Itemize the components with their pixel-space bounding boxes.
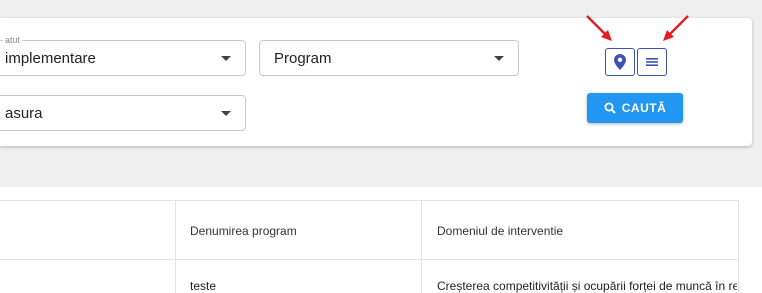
program-select-value: Program: [274, 50, 332, 67]
measure-select[interactable]: asura: [0, 95, 246, 131]
chevron-down-icon: [221, 111, 231, 116]
column-header-intervention-domain[interactable]: Domeniul de interventie: [437, 224, 563, 238]
chevron-down-icon: [494, 56, 504, 61]
list-view-button[interactable]: [637, 48, 667, 76]
chevron-down-icon: [221, 56, 231, 61]
annotation-arrow-left: [586, 15, 612, 41]
column-divider: [421, 200, 422, 293]
status-select-legend: atut: [3, 34, 23, 46]
column-divider: [738, 200, 739, 293]
map-pin-icon: [614, 54, 626, 70]
measure-select-value: asura: [5, 105, 43, 122]
status-select-value: implementare: [5, 50, 96, 67]
table-cell-intervention-domain: Creșterea competitivității și ocupării f…: [437, 279, 737, 293]
table-cell-program-name: teste: [190, 279, 217, 293]
annotation-arrow-right: [663, 15, 689, 41]
table-header-top-border: [0, 200, 738, 201]
search-button-label: CAUTĂ: [621, 101, 667, 115]
table-header-bottom-border: [0, 259, 738, 260]
program-select[interactable]: Program: [259, 40, 519, 76]
status-select[interactable]: atut implementare: [0, 34, 246, 76]
column-divider: [175, 200, 176, 293]
search-button[interactable]: CAUTĂ: [587, 93, 683, 123]
search-icon: [604, 102, 616, 114]
column-header-program-name[interactable]: Denumirea program: [190, 224, 297, 238]
list-icon: [646, 58, 658, 66]
results-table: Denumirea program Domeniul de interventi…: [0, 187, 762, 293]
filter-panel: atut implementare Program asura CAUTĂ: [0, 18, 752, 146]
map-view-button[interactable]: [605, 48, 635, 76]
